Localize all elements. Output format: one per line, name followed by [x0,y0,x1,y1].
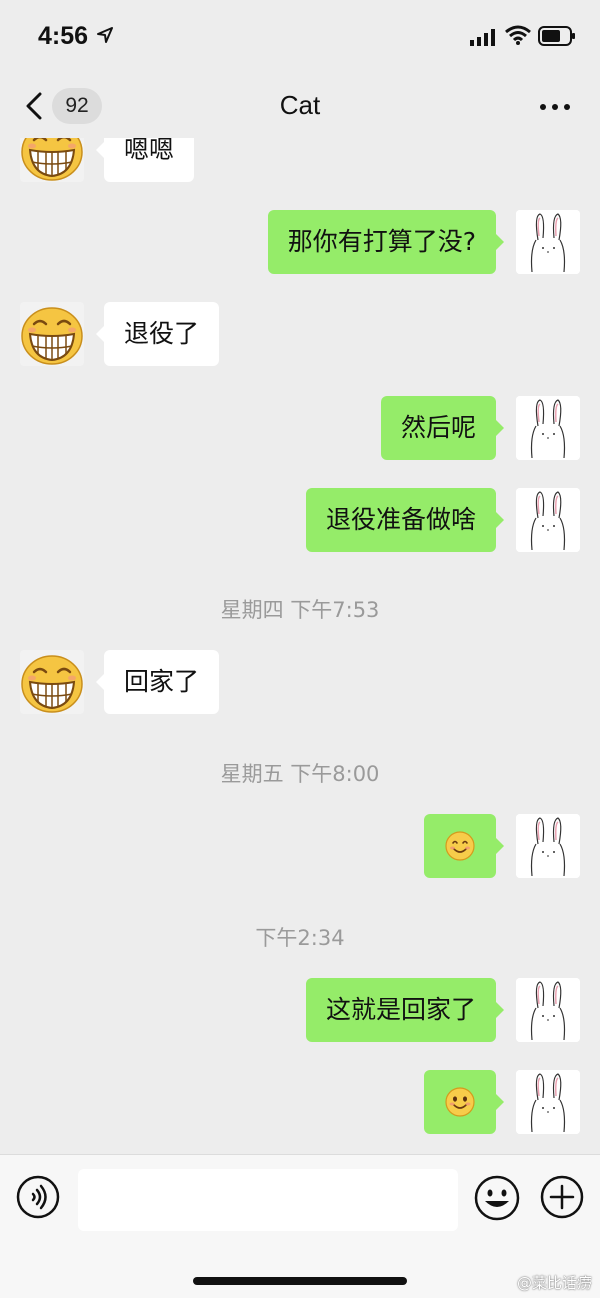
message-row [0,814,600,878]
status-bar: 4:56 [0,0,600,72]
chevron-left-icon [26,92,42,120]
contact-avatar[interactable] [20,138,84,182]
message-bubble[interactable]: 退役准备做啥 [305,488,505,552]
contact-avatar[interactable] [20,650,84,714]
wifi-icon [505,25,531,45]
contact-avatar[interactable] [20,302,84,366]
more-dots-icon [540,104,546,110]
cellular-signal-icon [470,29,495,46]
emoji-message-bubble[interactable] [424,1070,504,1134]
my-avatar[interactable] [516,978,580,1042]
watermark: @菜比话痨 [516,1274,592,1292]
location-arrow-icon [97,27,113,43]
message-row: 这就是回家了 [0,978,600,1042]
blush-smile-emoji-icon [444,830,476,862]
chat-title: Cat [279,90,321,120]
smile-emoji-icon [444,1086,476,1118]
message-timestamp: 星期五 下午8:00 [220,762,380,786]
back-button[interactable]: 92 [20,86,110,126]
message-row: 退役准备做啥 [0,488,600,552]
message-timestamp: 下午2:34 [255,926,345,950]
message-input-bar: @菜比话痨 [0,1154,600,1298]
battery-icon [538,26,575,46]
emoji-face-icon[interactable] [474,1175,520,1221]
message-row: 退役了 [0,302,600,366]
message-bubble[interactable]: 这就是回家了 [305,978,505,1042]
my-avatar[interactable] [516,488,580,552]
unread-count-badge: 92 [52,88,102,124]
status-time: 4:56 [38,22,89,50]
message-bubble[interactable]: 回家了 [95,650,220,714]
message-row: 嗯嗯 [0,138,600,182]
message-list[interactable]: 嗯嗯 那你有打算了没? 退役了 然后呢 退役准备做啥 星期四 下午7:53 回家… [0,138,600,1154]
home-indicator[interactable] [193,1277,407,1285]
emoji-message-bubble[interactable] [424,814,504,878]
voice-icon[interactable] [16,1175,60,1219]
more-options-button[interactable] [538,92,572,120]
message-bubble[interactable]: 嗯嗯 [95,138,195,182]
message-row: 那你有打算了没? [0,210,600,274]
plus-circle-icon[interactable] [540,1175,584,1219]
message-row [0,1070,600,1134]
my-avatar[interactable] [516,396,580,460]
message-bubble[interactable]: 退役了 [95,302,220,366]
chat-header: 92 Cat [0,72,600,138]
message-bubble[interactable]: 那你有打算了没? [267,210,505,274]
my-avatar[interactable] [516,1070,580,1134]
message-row: 回家了 [0,650,600,714]
message-timestamp: 星期四 下午7:53 [220,598,380,622]
my-avatar[interactable] [516,814,580,878]
message-row: 然后呢 [0,396,600,460]
message-bubble[interactable]: 然后呢 [380,396,505,460]
message-text-input[interactable] [78,1169,458,1231]
my-avatar[interactable] [516,210,580,274]
